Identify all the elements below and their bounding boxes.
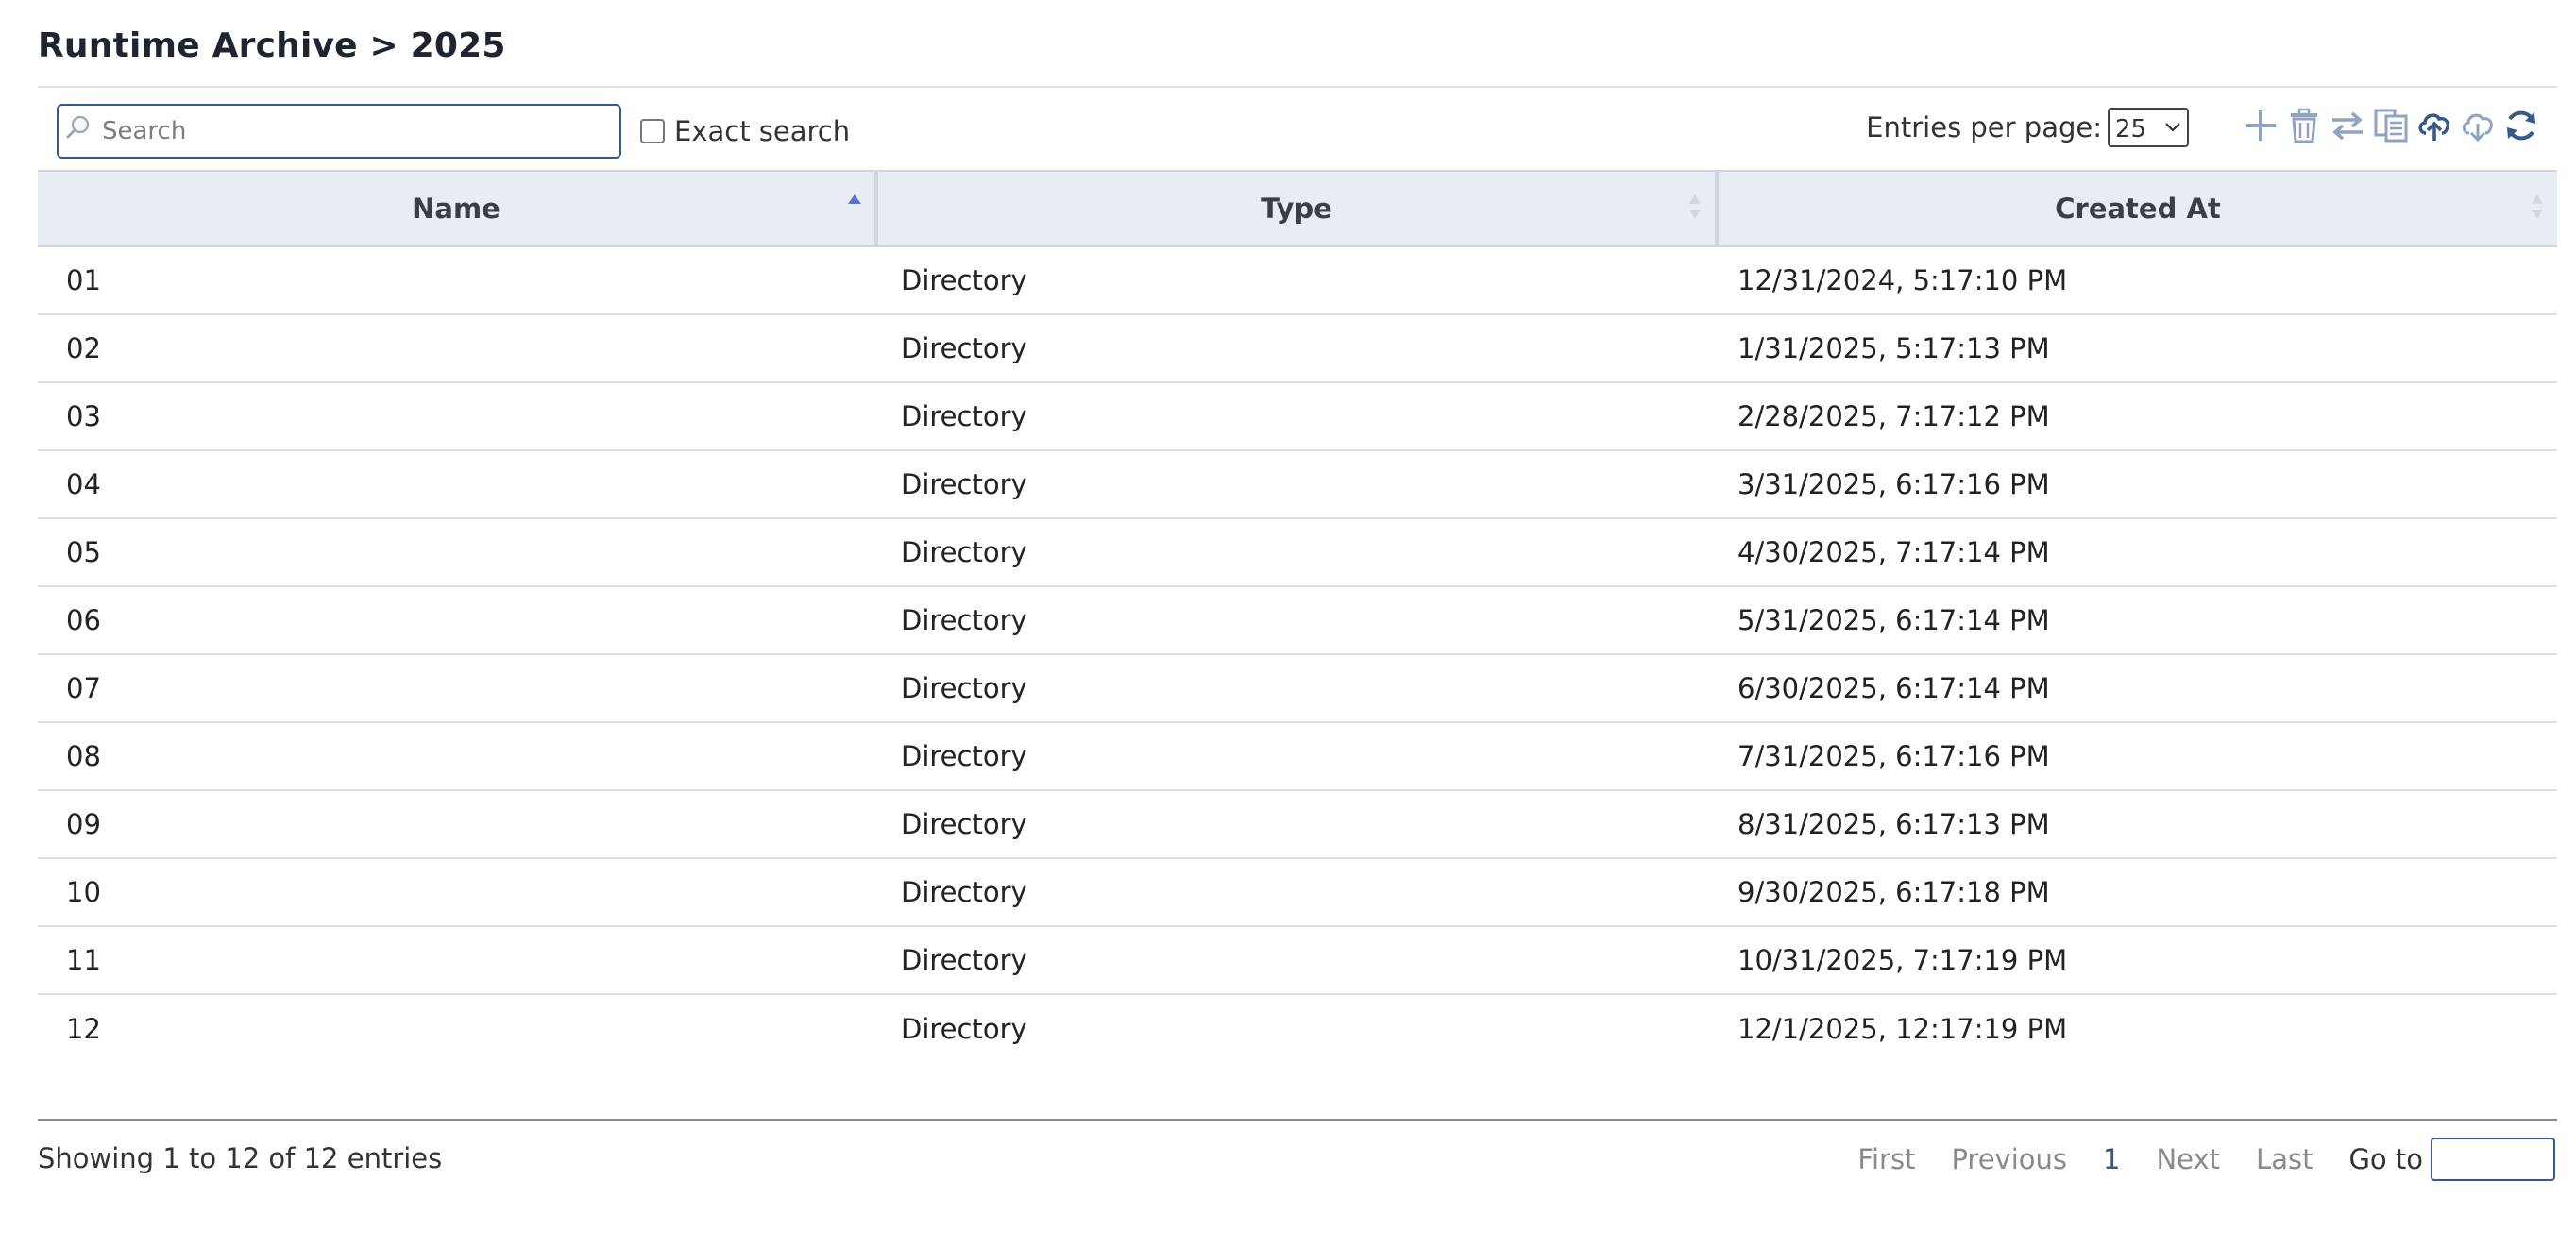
cell-name: 08: [66, 740, 101, 772]
current-page-button[interactable]: 1: [2103, 1143, 2120, 1175]
entries-per-page-label: Entries per page:: [1866, 111, 2102, 143]
cell-created-at: 7/31/2025, 6:17:16 PM: [1737, 740, 2050, 772]
cell-created-at: 4/30/2025, 7:17:14 PM: [1737, 536, 2050, 568]
table-row[interactable]: 04 Directory 3/31/2025, 6:17:16 PM: [38, 451, 2557, 519]
table-row[interactable]: 11 Directory 10/31/2025, 7:17:19 PM: [38, 927, 2557, 995]
column-header-label: Name: [412, 193, 500, 225]
cell-created-at: 2/28/2025, 7:17:12 PM: [1737, 400, 2050, 432]
title-divider: [38, 86, 2557, 88]
cell-name: 12: [66, 1013, 101, 1045]
cell-name: 04: [66, 468, 101, 500]
delete-icon[interactable]: [2285, 105, 2323, 146]
cell-created-at: 1/31/2025, 5:17:13 PM: [1737, 332, 2050, 364]
toolbar-actions: [2242, 102, 2540, 149]
cell-name: 02: [66, 332, 101, 364]
cell-created-at: 9/30/2025, 6:17:18 PM: [1737, 876, 2050, 908]
cell-type: Directory: [901, 808, 1027, 840]
search-input[interactable]: [102, 111, 612, 151]
cell-name: 06: [66, 604, 101, 636]
entries-per-page-value: 25: [2115, 115, 2147, 143]
table-footer-divider: [38, 1119, 2557, 1121]
entries-info: Showing 1 to 12 of 12 entries: [38, 1142, 443, 1174]
cell-type: Directory: [901, 672, 1027, 704]
table-row[interactable]: 12 Directory 12/1/2025, 12:17:19 PM: [38, 995, 2557, 1063]
cell-name: 11: [66, 944, 101, 976]
cell-type: Directory: [901, 876, 1027, 908]
move-icon[interactable]: [2329, 105, 2366, 146]
page-title: Runtime Archive > 2025: [38, 26, 506, 65]
column-header-created-at[interactable]: Created At: [1719, 172, 2557, 245]
download-icon[interactable]: [2459, 105, 2497, 146]
cell-type: Directory: [901, 468, 1027, 500]
next-page-button[interactable]: Next: [2156, 1143, 2220, 1175]
copy-icon[interactable]: [2372, 105, 2410, 146]
cell-created-at: 12/31/2024, 5:17:10 PM: [1737, 264, 2068, 296]
cell-created-at: 8/31/2025, 6:17:13 PM: [1737, 808, 2050, 840]
cell-created-at: 10/31/2025, 7:17:19 PM: [1737, 944, 2068, 976]
table-row[interactable]: 06 Directory 5/31/2025, 6:17:14 PM: [38, 587, 2557, 655]
cell-type: Directory: [901, 944, 1027, 976]
entries-table: Name Type Created At 01 Directory 12/31/…: [38, 170, 2557, 1063]
upload-icon[interactable]: [2415, 105, 2453, 146]
cell-type: Directory: [901, 264, 1027, 296]
last-page-button[interactable]: Last: [2256, 1143, 2313, 1175]
entries-per-page-select[interactable]: 25: [2108, 108, 2189, 147]
sort-both-icon: [2532, 194, 2543, 219]
table-row[interactable]: 02 Directory 1/31/2025, 5:17:13 PM: [38, 315, 2557, 383]
cell-type: Directory: [901, 332, 1027, 364]
goto-label: Go to: [2348, 1143, 2423, 1175]
previous-page-button[interactable]: Previous: [1951, 1143, 2067, 1175]
table-row[interactable]: 09 Directory 8/31/2025, 6:17:13 PM: [38, 791, 2557, 859]
table-header: Name Type Created At: [38, 170, 2557, 247]
table-row[interactable]: 07 Directory 6/30/2025, 6:17:14 PM: [38, 655, 2557, 723]
table-row[interactable]: 03 Directory 2/28/2025, 7:17:12 PM: [38, 383, 2557, 451]
add-icon[interactable]: [2242, 105, 2279, 146]
cell-created-at: 12/1/2025, 12:17:19 PM: [1737, 1013, 2068, 1045]
column-header-label: Created At: [2055, 193, 2221, 225]
column-header-type[interactable]: Type: [878, 172, 1719, 245]
cell-type: Directory: [901, 740, 1027, 772]
exact-search-toggle[interactable]: Exact search: [640, 113, 850, 149]
goto-page-input[interactable]: [2431, 1138, 2555, 1181]
first-page-button[interactable]: First: [1857, 1143, 1915, 1175]
cell-type: Directory: [901, 536, 1027, 568]
table-row[interactable]: 10 Directory 9/30/2025, 6:17:18 PM: [38, 859, 2557, 927]
cell-created-at: 3/31/2025, 6:17:16 PM: [1737, 468, 2050, 500]
cell-created-at: 5/31/2025, 6:17:14 PM: [1737, 604, 2050, 636]
cell-name: 07: [66, 672, 101, 704]
cell-created-at: 6/30/2025, 6:17:14 PM: [1737, 672, 2050, 704]
exact-search-checkbox[interactable]: [640, 119, 665, 143]
table-row[interactable]: 05 Directory 4/30/2025, 7:17:14 PM: [38, 519, 2557, 587]
cell-name: 03: [66, 400, 101, 432]
entries-per-page: Entries per page: 25: [1866, 107, 2189, 148]
pagination: First Previous 1 Next Last Go to: [1857, 1137, 2555, 1182]
search-field[interactable]: [57, 104, 621, 159]
cell-name: 05: [66, 536, 101, 568]
cell-name: 10: [66, 876, 101, 908]
column-header-name[interactable]: Name: [38, 172, 878, 245]
search-icon: [66, 115, 90, 139]
table-row[interactable]: 01 Directory 12/31/2024, 5:17:10 PM: [38, 247, 2557, 315]
column-header-label: Type: [1261, 193, 1332, 225]
cell-type: Directory: [901, 1013, 1027, 1045]
chevron-down-icon: [2165, 123, 2180, 132]
sort-both-icon: [1689, 194, 1701, 219]
exact-search-label: Exact search: [674, 115, 851, 147]
sort-ascending-icon: [848, 194, 861, 204]
cell-type: Directory: [901, 604, 1027, 636]
cell-name: 01: [66, 264, 101, 296]
table-row[interactable]: 08 Directory 7/31/2025, 6:17:16 PM: [38, 723, 2557, 791]
cell-type: Directory: [901, 400, 1027, 432]
cell-name: 09: [66, 808, 101, 840]
refresh-icon[interactable]: [2502, 105, 2540, 146]
